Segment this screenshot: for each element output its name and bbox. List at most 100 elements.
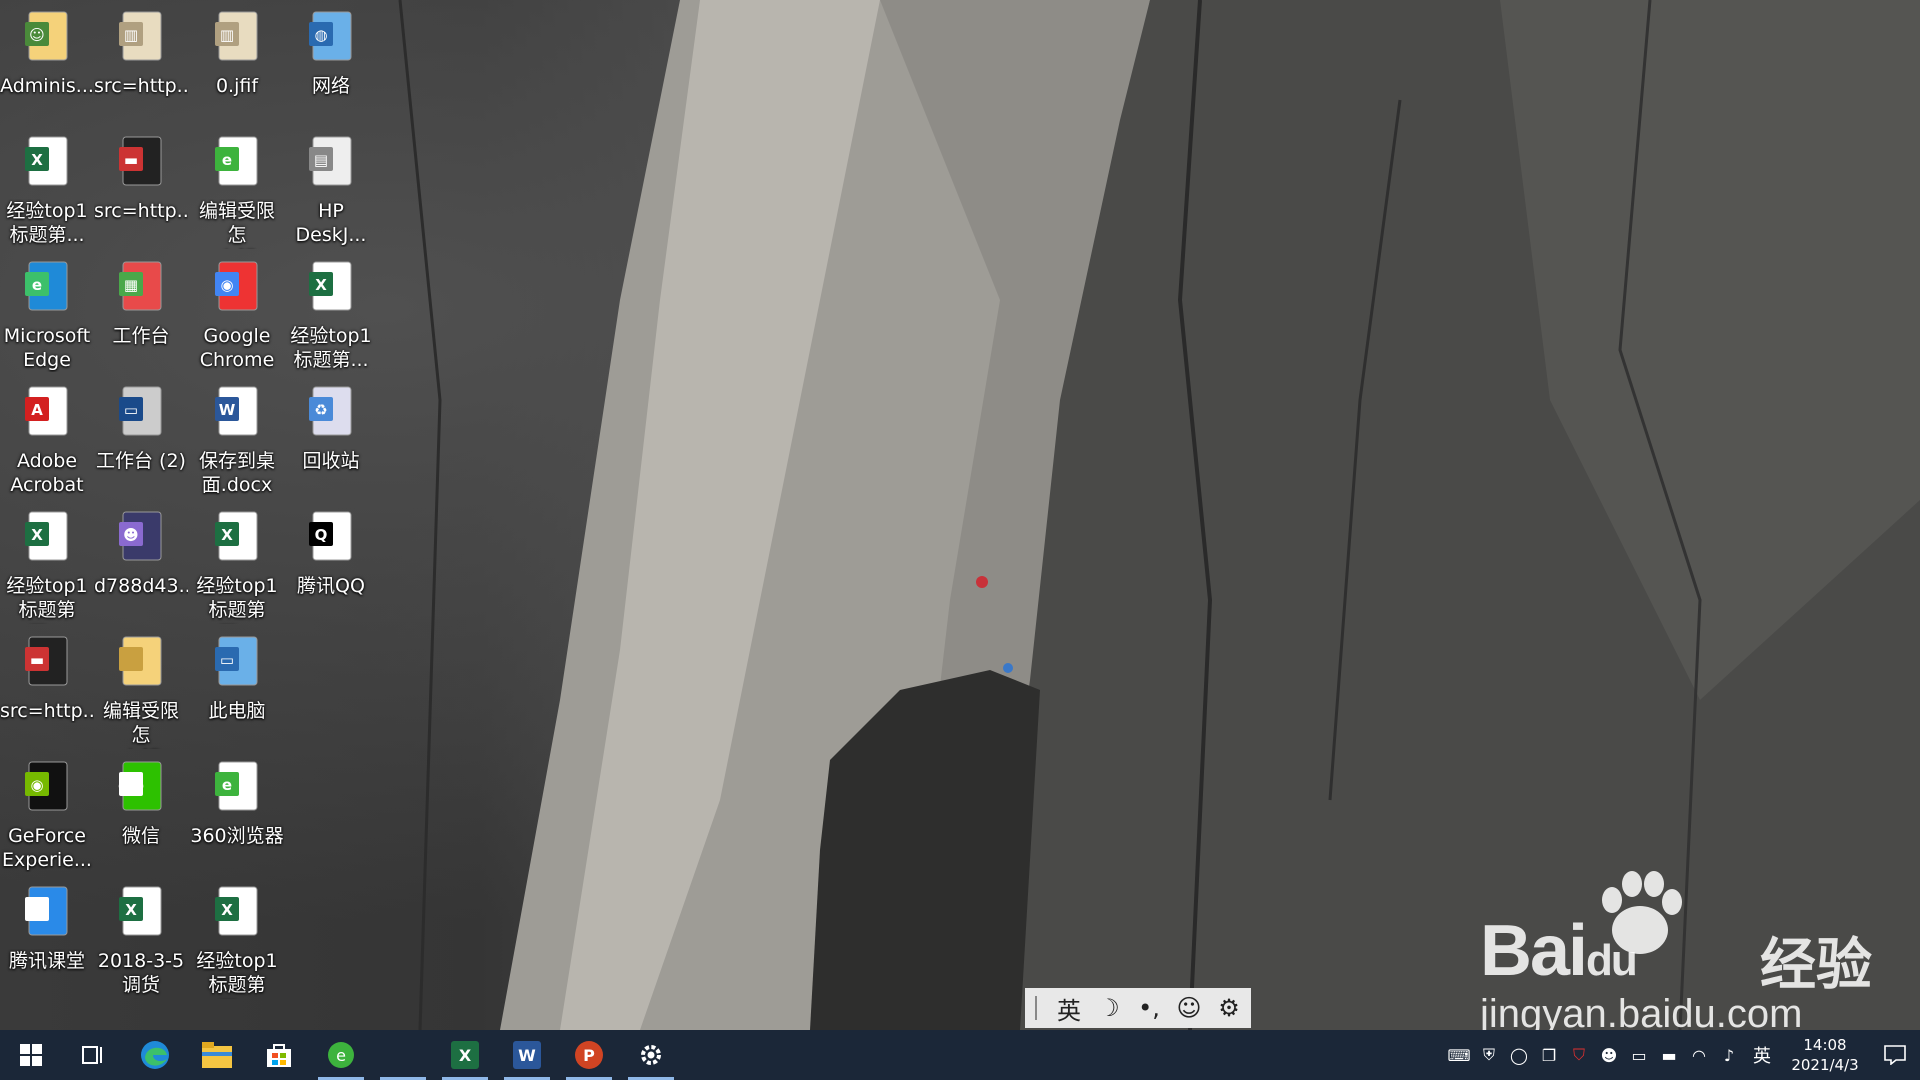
desktop-icon[interactable]: ▦ 工作台	[94, 250, 188, 374]
ime-emoji-button[interactable]: ☺	[1169, 994, 1209, 1022]
tencent-classroom-icon: ▶	[23, 883, 71, 939]
desktop-icon[interactable]: ▭ 工作台 (2)	[94, 375, 188, 499]
desktop-icon[interactable]: ◉ GeForce Experie...	[0, 750, 94, 874]
desktop-icon[interactable]: ▶ 腾讯课堂	[0, 875, 94, 999]
desktop-icon[interactable]: ▥ src=http...	[94, 0, 188, 124]
wifi-tray-icon[interactable]: ◠	[1684, 1030, 1714, 1080]
desktop-icon-label: 经验top1 标题第四...	[196, 950, 278, 999]
recycle-bin-icon: ♻	[307, 383, 355, 439]
taskbar-360-button[interactable]: e	[310, 1030, 372, 1080]
desktop-icon[interactable]: ▬ src=http...	[0, 625, 94, 749]
desktop-icon[interactable]: e 360浏览器	[190, 750, 284, 874]
svg-text:e: e	[32, 276, 42, 294]
desktop-icon[interactable]: X 经验top1 标题第四...	[0, 500, 94, 624]
qq-tray-icon[interactable]: ☻	[1594, 1030, 1624, 1080]
desktop-icon[interactable]: ◍ 网络	[284, 0, 378, 124]
excel-file-icon: X	[117, 883, 165, 939]
desktop-icon[interactable]: ☺ Adminis...	[0, 0, 94, 124]
ie-html-file-icon: e	[213, 133, 261, 189]
desktop-icon-label: src=http...	[94, 75, 188, 97]
desktop-icon[interactable]: ▭ 此电脑	[190, 625, 284, 749]
keyboard-tray-icon[interactable]: ⌨	[1444, 1030, 1474, 1080]
keyboard-image-icon: ▬	[117, 133, 165, 189]
desktop-icon[interactable]: e Microsoft Edge	[0, 250, 94, 374]
windows-start-icon	[20, 1044, 42, 1066]
desktop-icon[interactable]: ♻ 回收站	[284, 375, 378, 499]
ime-language-toggle[interactable]: 英	[1049, 991, 1089, 1026]
svg-text:☻: ☻	[123, 526, 139, 544]
desktop-icon[interactable]: ☻ d788d43...	[94, 500, 188, 624]
taskbar-word-button[interactable]: W	[496, 1030, 558, 1080]
svg-text:▬: ▬	[124, 151, 138, 169]
image-file-icon: ▥	[213, 8, 261, 64]
svg-text:▦: ▦	[124, 276, 138, 294]
taskbar: e X W P ⌨ ⛨ ◯ ❐ ⛉ ☻ ▭ ▬ ◠ ♪ 英 14:08 2021…	[0, 1030, 1920, 1080]
volume-tray-icon[interactable]: ♪	[1714, 1030, 1744, 1080]
desktop-icon-label: Adobe Acrobat ...	[10, 450, 84, 499]
desktop-icon-label: 腾讯QQ	[297, 575, 365, 597]
desktop-icon[interactable]: ●● 微信	[94, 750, 188, 874]
svg-text:X: X	[221, 901, 233, 919]
desktop-icon-label: 0.jfif	[215, 75, 259, 97]
360-browser-icon: e	[213, 758, 261, 814]
desktop-icon[interactable]: X 经验top1 标题第四...	[190, 500, 284, 624]
chrome-icon: ◉	[213, 258, 261, 314]
svg-text:P: P	[583, 1046, 595, 1065]
taskbar-settings-button[interactable]	[620, 1030, 682, 1080]
ime-toolbar: 英 ☽ •, ☺ ⚙	[1025, 988, 1251, 1028]
desktop-icon[interactable]: X 2018-3-5 调货 .xls...	[94, 875, 188, 999]
display-tray-icon[interactable]: ▭	[1624, 1030, 1654, 1080]
desktop-icon[interactable]: Q 腾讯QQ	[284, 500, 378, 624]
taskbar-excel-button[interactable]: X	[434, 1030, 496, 1080]
taskbar-powerpoint-button[interactable]: P	[558, 1030, 620, 1080]
svg-text:W: W	[219, 401, 236, 419]
copy-app-tray-icon[interactable]: ❐	[1534, 1030, 1564, 1080]
ime-punctuation-toggle[interactable]: •,	[1129, 994, 1169, 1022]
clock[interactable]: 14:08 2021/4/3	[1780, 1035, 1870, 1075]
task-view-button[interactable]	[62, 1030, 124, 1080]
circle-app-tray-icon[interactable]: ◯	[1504, 1030, 1534, 1080]
user-folder-icon: ☺	[23, 8, 71, 64]
desktop-icon[interactable]: X 经验top1 标题第...	[0, 125, 94, 249]
keyboard-image-icon: ▬	[23, 633, 71, 689]
ime-settings-button[interactable]: ⚙	[1209, 994, 1249, 1022]
excel-file-icon: X	[213, 508, 261, 564]
desktop-icon-label: 回收站	[302, 450, 360, 472]
desktop-icon[interactable]: W 保存到桌 面.docx	[190, 375, 284, 499]
excel-icon: X	[451, 1041, 479, 1069]
taskbar-blank-button[interactable]	[372, 1030, 434, 1080]
network-icon: ◍	[307, 8, 355, 64]
desktop-icon[interactable]: A Adobe Acrobat ...	[0, 375, 94, 499]
svg-text:▭: ▭	[124, 401, 138, 419]
desktop-icon[interactable]: ▥ 0.jfif	[190, 0, 284, 124]
notification-center-button[interactable]	[1870, 1045, 1920, 1065]
battery-tray-icon[interactable]: ▬	[1654, 1030, 1684, 1080]
taskbar-edge-button[interactable]	[124, 1030, 186, 1080]
image-file-icon: ▥	[117, 8, 165, 64]
svg-text:▥: ▥	[124, 26, 138, 44]
desktop-icon[interactable]: e 编辑受限怎 么解决.ht...	[190, 125, 284, 249]
excel-file-icon: X	[307, 258, 355, 314]
start-button[interactable]	[0, 1030, 62, 1080]
desktop-icon[interactable]: X 经验top1 标题第...	[284, 250, 378, 374]
security-shield-tray-icon[interactable]: ⛨	[1474, 1030, 1504, 1080]
antivirus-tray-icon[interactable]: ⛉	[1564, 1030, 1594, 1080]
desktop-icon[interactable]: ▤ HP DeskJ...	[284, 125, 378, 249]
taskbar-store-button[interactable]	[248, 1030, 310, 1080]
input-language-indicator[interactable]: 英	[1744, 1030, 1780, 1080]
desktop-icon-label: HP DeskJ...	[295, 200, 367, 246]
desktop-icon[interactable]: ▬ src=http...	[94, 125, 188, 249]
desktop-icon[interactable]: 编辑受限怎 么解决.fil...	[94, 625, 188, 749]
svg-text:e: e	[336, 1046, 346, 1065]
wechat-icon: ●●	[117, 758, 165, 814]
taskbar-file-explorer-button[interactable]	[186, 1030, 248, 1080]
ime-fullwidth-toggle[interactable]: ☽	[1089, 994, 1129, 1022]
system-tray: ⌨ ⛨ ◯ ❐ ⛉ ☻ ▭ ▬ ◠ ♪ 英 14:08 2021/4/3	[1444, 1030, 1920, 1080]
desktop-icon-label: 经验top1 标题第...	[290, 325, 372, 371]
desktop-icon-label: 此电脑	[208, 700, 266, 722]
powerpoint-icon: P	[575, 1041, 603, 1069]
ime-grip-handle[interactable]	[1035, 996, 1049, 1020]
desktop-icon[interactable]: ◉ Google Chrome	[190, 250, 284, 374]
svg-text:e: e	[222, 151, 232, 169]
desktop-icon[interactable]: X 经验top1 标题第四...	[190, 875, 284, 999]
